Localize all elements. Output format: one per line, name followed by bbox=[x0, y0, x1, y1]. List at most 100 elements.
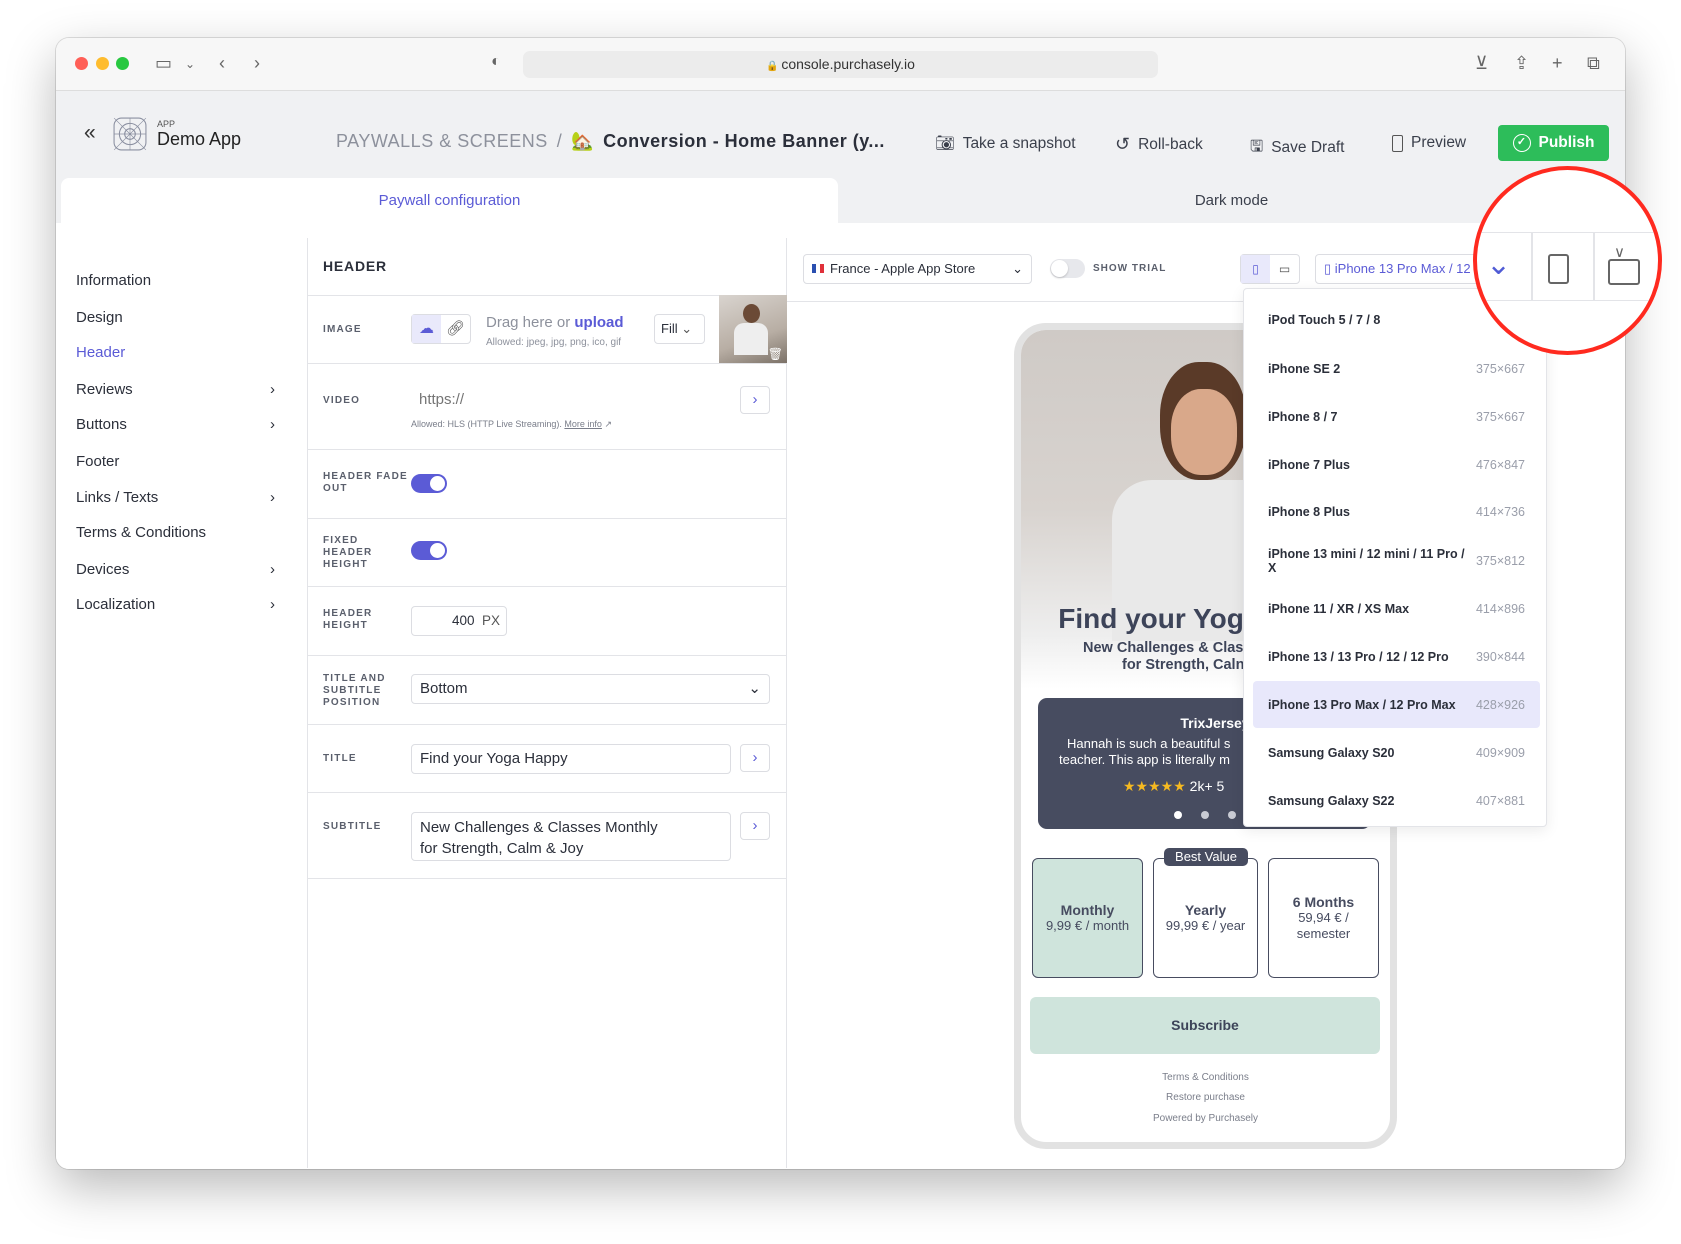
terms-link[interactable]: Terms & Conditions bbox=[1021, 1072, 1390, 1083]
restore-purchase-link[interactable]: Restore purchase bbox=[1021, 1092, 1390, 1103]
device-size: 390×844 bbox=[1475, 649, 1525, 664]
device-name: iPhone 13 mini / 12 mini / 11 Pro / X bbox=[1268, 546, 1465, 575]
plan-6-months[interactable]: 6 Months 59,94 € / semester bbox=[1268, 858, 1379, 978]
tab-paywall-configuration[interactable]: Paywall configuration bbox=[61, 178, 838, 223]
tv-icon[interactable] bbox=[1608, 259, 1640, 285]
video-url-input[interactable] bbox=[411, 386, 733, 412]
shield-icon[interactable]: ◐ bbox=[491, 53, 501, 71]
zoom-window-button[interactable] bbox=[116, 57, 129, 70]
device-name: iPhone 8 / 7 bbox=[1268, 409, 1338, 424]
title-apply-button[interactable]: › bbox=[740, 744, 770, 772]
device-option-selected[interactable]: iPhone 13 Pro Max / 12 Pro Max 428×926 bbox=[1253, 681, 1540, 728]
divider bbox=[308, 724, 787, 725]
tabs-overview-icon[interactable]: ⧉ bbox=[1587, 53, 1600, 74]
forward-icon[interactable]: › bbox=[254, 53, 260, 74]
camera-icon: 📷︎ bbox=[935, 135, 955, 152]
subscribe-button[interactable]: Subscribe bbox=[1030, 997, 1380, 1054]
sidebar-item-label: Information bbox=[76, 272, 152, 289]
chevron-right-icon: › bbox=[270, 596, 275, 613]
title-input[interactable]: Find your Yoga Happy bbox=[411, 744, 731, 774]
chevron-right-icon: › bbox=[270, 561, 275, 578]
device-option[interactable]: iPhone 8 / 7 375×667 bbox=[1253, 393, 1540, 440]
chevron-right-icon: › bbox=[752, 749, 758, 766]
plan-yearly[interactable]: Yearly 99,99 € / year bbox=[1153, 858, 1258, 978]
rollback-button[interactable]: ↺ Roll-back bbox=[1115, 134, 1203, 155]
header-height-input[interactable]: 400 PX bbox=[411, 606, 507, 636]
divider bbox=[308, 586, 787, 587]
portrait-icon[interactable]: ▯ bbox=[1241, 255, 1270, 283]
sidebar-item-links-texts[interactable]: Links / Texts › bbox=[76, 489, 275, 506]
header-height-unit: PX bbox=[481, 613, 500, 628]
video-allowed-text: Allowed: HLS (HTTP Live Streaming). bbox=[411, 419, 562, 429]
save-draft-button[interactable]: 🖫 Save Draft bbox=[1250, 134, 1344, 161]
device-option[interactable]: iPhone 13 mini / 12 mini / 11 Pro / X 375… bbox=[1253, 537, 1540, 584]
device-option[interactable]: iPhone 8 Plus 414×736 bbox=[1253, 488, 1540, 535]
device-option[interactable]: Samsung Galaxy S20 409×909 bbox=[1253, 729, 1540, 776]
sidebar-item-reviews[interactable]: Reviews › bbox=[76, 381, 275, 398]
publish-button[interactable]: ✓ Publish bbox=[1498, 125, 1609, 161]
sidebar-item-information[interactable]: Information bbox=[76, 272, 275, 289]
subtitle-apply-button[interactable]: › bbox=[740, 812, 770, 840]
publish-label: Publish bbox=[1538, 134, 1595, 151]
share-icon[interactable]: ⇪ bbox=[1514, 53, 1529, 74]
sidebar-item-header[interactable]: Header bbox=[76, 344, 275, 361]
tablet-icon[interactable] bbox=[1548, 254, 1569, 284]
chevron-down-icon: ⌄ bbox=[1012, 261, 1023, 276]
sidebar-toggle-icon[interactable]: ▭ bbox=[155, 53, 172, 74]
breadcrumb: PAYWALLS & SCREENS / 🏡 Conversion - Home… bbox=[336, 131, 885, 152]
minimize-window-button[interactable] bbox=[96, 57, 109, 70]
chevron-down-icon: ⌄ bbox=[748, 680, 761, 697]
sidebar-item-label: Reviews bbox=[76, 381, 133, 398]
breadcrumb-section[interactable]: PAYWALLS & SCREENS bbox=[336, 131, 548, 152]
sidebar-item-design[interactable]: Design bbox=[76, 309, 275, 326]
carousel-dots[interactable] bbox=[1174, 811, 1236, 819]
divider bbox=[308, 363, 787, 364]
header-fade-out-toggle[interactable] bbox=[411, 474, 447, 493]
new-tab-icon[interactable]: + bbox=[1552, 53, 1563, 74]
fixed-header-height-toggle[interactable] bbox=[411, 541, 447, 560]
device-option[interactable]: iPhone 7 Plus 476×847 bbox=[1253, 441, 1540, 488]
device-option[interactable]: Samsung Galaxy S22 407×881 bbox=[1253, 777, 1540, 824]
address-bar[interactable]: 🔒 console.purchasely.io bbox=[523, 51, 1158, 78]
chevron-down-icon[interactable]: ⌄ bbox=[185, 57, 195, 71]
lock-icon: 🔒 bbox=[766, 61, 782, 72]
show-trial-toggle[interactable] bbox=[1050, 259, 1085, 278]
upload-link[interactable]: upload bbox=[574, 314, 623, 331]
header-fade-out-label: HEADER FADE OUT bbox=[323, 471, 408, 494]
title-position-select[interactable]: Bottom ⌄ bbox=[411, 674, 770, 704]
divider bbox=[308, 878, 787, 879]
subtitle-input[interactable]: New Challenges & Classes Monthly for Stre… bbox=[411, 812, 731, 861]
plan-monthly[interactable]: Monthly 9,99 € / month bbox=[1032, 858, 1143, 978]
device-option[interactable]: iPhone SE 2 375×667 bbox=[1253, 345, 1540, 392]
image-fit-select[interactable]: Fill ⌄ bbox=[654, 314, 705, 344]
chevron-down-icon[interactable]: ⌄ bbox=[1486, 247, 1511, 282]
app-name[interactable]: Demo App bbox=[157, 129, 241, 150]
sidebar-item-buttons[interactable]: Buttons › bbox=[76, 416, 275, 433]
sidebar-item-localization[interactable]: Localization › bbox=[76, 596, 275, 613]
plan-name: Yearly bbox=[1184, 902, 1227, 918]
sidebar-item-footer[interactable]: Footer bbox=[76, 453, 275, 470]
landscape-icon[interactable]: ▭ bbox=[1270, 255, 1299, 283]
url-text: console.purchasely.io bbox=[781, 56, 915, 72]
store-select[interactable]: France - Apple App Store ⌄ bbox=[803, 254, 1032, 284]
back-icon[interactable]: ‹ bbox=[219, 53, 225, 74]
image-dropzone[interactable]: Drag here or upload bbox=[486, 314, 624, 331]
link-icon[interactable]: 🔗︎ bbox=[441, 315, 470, 343]
collapse-sidebar-icon[interactable]: « bbox=[84, 121, 96, 145]
sidebar-item-devices[interactable]: Devices › bbox=[76, 561, 275, 578]
device-option[interactable]: iPhone 11 / XR / XS Max 414×896 bbox=[1253, 585, 1540, 632]
section-title: HEADER bbox=[323, 258, 387, 274]
sidebar-item-terms[interactable]: Terms & Conditions bbox=[76, 524, 275, 541]
trash-icon[interactable]: 🗑︎ bbox=[768, 347, 783, 361]
upload-cloud-icon[interactable]: ☁ bbox=[412, 315, 441, 343]
take-snapshot-button[interactable]: 📷︎ Take a snapshot bbox=[935, 134, 1076, 153]
video-apply-button[interactable]: › bbox=[740, 386, 770, 414]
download-icon[interactable]: ⊻ bbox=[1475, 53, 1488, 74]
preview-button[interactable]: Preview bbox=[1392, 134, 1466, 152]
more-info-link[interactable]: More info bbox=[564, 419, 602, 429]
device-option[interactable]: iPhone 13 / 13 Pro / 12 / 12 Pro 390×844 bbox=[1253, 633, 1540, 680]
image-fit-value: Fill bbox=[661, 321, 678, 336]
close-window-button[interactable] bbox=[75, 57, 88, 70]
device-name: iPod Touch 5 / 7 / 8 bbox=[1268, 312, 1381, 327]
device-size: 375×667 bbox=[1475, 361, 1525, 376]
